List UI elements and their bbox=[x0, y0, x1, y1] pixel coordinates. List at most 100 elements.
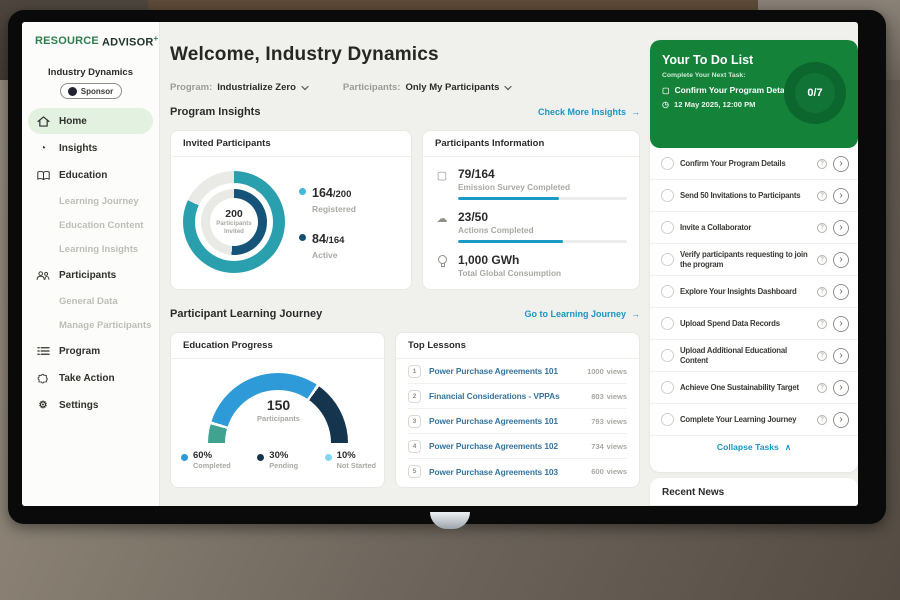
page-title: Welcome, Industry Dynamics bbox=[170, 44, 439, 66]
program-insights-section-header: Program Insights Check More Insights → bbox=[170, 106, 640, 118]
todo-progress-ring: 0/7 bbox=[784, 62, 846, 124]
chevron-down-icon bbox=[504, 85, 512, 91]
task-go-button[interactable]: › bbox=[833, 252, 849, 268]
progress-fill bbox=[458, 197, 559, 200]
todo-header-card: Your To Do List Complete Your Next Task:… bbox=[650, 40, 858, 148]
sidebar-item-learning-journey[interactable]: Learning Journey bbox=[22, 189, 159, 213]
card-title: Recent News bbox=[650, 478, 858, 506]
recent-news-card: Recent News bbox=[650, 478, 858, 506]
participants-information-card: Participants Information ▢ 79/164 Emissi… bbox=[422, 130, 640, 290]
sidebar-item-education[interactable]: Education bbox=[28, 162, 153, 188]
help-icon[interactable]: ? bbox=[817, 223, 827, 233]
lesson-row: 4 Power Purchase Agreements 102 734 view… bbox=[408, 434, 627, 459]
sidebar-item-settings[interactable]: ⚙ Settings bbox=[28, 392, 153, 418]
card-title: Participants Information bbox=[423, 131, 639, 157]
sidebar-item-program[interactable]: Program bbox=[28, 338, 153, 364]
program-dropdown[interactable]: Program: Industrialize Zero bbox=[170, 82, 309, 93]
task-row-send-invitations[interactable]: Send 50 Invitations to Participants ? › bbox=[650, 180, 858, 212]
collapse-tasks-link[interactable]: Collapse Tasks ∧ bbox=[650, 436, 858, 458]
lesson-link[interactable]: Power Purchase Agreements 101 bbox=[429, 366, 579, 376]
info-row-actions-completed: ☁ 23/50 Actions Completed bbox=[423, 200, 639, 243]
lesson-row: 5 Power Purchase Agreements 103 600 view… bbox=[408, 459, 627, 484]
lesson-row: 3 Power Purchase Agreements 101 793 view… bbox=[408, 409, 627, 434]
task-go-button[interactable]: › bbox=[833, 188, 849, 204]
lesson-link[interactable]: Power Purchase Agreements 101 bbox=[429, 416, 583, 426]
help-icon[interactable]: ? bbox=[817, 159, 827, 169]
task-go-button[interactable]: › bbox=[833, 380, 849, 396]
gauge-center-value: 150 bbox=[171, 397, 385, 413]
home-icon bbox=[36, 116, 50, 127]
sponsor-badge: Sponsor bbox=[60, 83, 122, 99]
help-icon[interactable]: ? bbox=[817, 383, 827, 393]
progress-track bbox=[458, 197, 627, 200]
arrow-right-icon: → bbox=[631, 309, 640, 319]
task-go-button[interactable]: › bbox=[833, 284, 849, 300]
task-checkbox[interactable] bbox=[661, 349, 674, 362]
task-checkbox[interactable] bbox=[661, 317, 674, 330]
go-to-learning-journey-link[interactable]: Go to Learning Journey → bbox=[524, 309, 640, 319]
sidebar-item-manage-participants[interactable]: Manage Participants bbox=[22, 313, 159, 337]
task-checkbox[interactable] bbox=[661, 381, 674, 394]
legend-dot bbox=[325, 454, 332, 461]
task-row-invite-collaborator[interactable]: Invite a Collaborator ? › bbox=[650, 212, 858, 244]
task-row-explore-insights[interactable]: Explore Your Insights Dashboard ? › bbox=[650, 276, 858, 308]
clock-icon: ◷ bbox=[662, 100, 669, 109]
participants-dropdown[interactable]: Participants: Only My Participants bbox=[343, 82, 513, 93]
task-checkbox[interactable] bbox=[661, 285, 674, 298]
learning-journey-section-header: Participant Learning Journey Go to Learn… bbox=[170, 308, 640, 320]
actions-cloud-icon: ☁ bbox=[435, 210, 449, 243]
help-icon[interactable]: ? bbox=[817, 415, 827, 425]
task-row-upload-spend-data[interactable]: Upload Spend Data Records ? › bbox=[650, 308, 858, 340]
logo-plus: + bbox=[153, 34, 158, 43]
help-icon[interactable]: ? bbox=[817, 287, 827, 297]
lesson-rank: 4 bbox=[408, 440, 421, 453]
help-icon[interactable]: ? bbox=[817, 351, 827, 361]
task-checkbox[interactable] bbox=[661, 253, 674, 266]
sidebar-item-participants[interactable]: Participants bbox=[28, 262, 153, 288]
help-icon[interactable]: ? bbox=[817, 255, 827, 265]
sidebar-item-insights[interactable]: ◔ Insights bbox=[28, 135, 153, 161]
task-go-button[interactable]: › bbox=[833, 412, 849, 428]
section-title: Program Insights bbox=[170, 106, 260, 118]
lesson-link[interactable]: Power Purchase Agreements 103 bbox=[429, 467, 583, 477]
help-icon[interactable]: ? bbox=[817, 319, 827, 329]
task-row-upload-educational-content[interactable]: Upload Additional Educational Content ? … bbox=[650, 340, 858, 372]
task-row-sustainability-target[interactable]: Achieve One Sustainability Target ? › bbox=[650, 372, 858, 404]
info-row-emission-survey: ▢ 79/164 Emission Survey Completed bbox=[423, 157, 639, 200]
card-title: Top Lessons bbox=[396, 333, 639, 359]
gauge-legend: 60%Completed 30%Pending 10%Not Started bbox=[181, 451, 376, 470]
lesson-link[interactable]: Financial Considerations - VPPAs bbox=[429, 391, 583, 401]
task-go-button[interactable]: › bbox=[833, 348, 849, 364]
sidebar-item-home[interactable]: Home bbox=[28, 108, 153, 134]
participants-icon bbox=[36, 270, 50, 281]
task-checkbox[interactable] bbox=[661, 413, 674, 426]
task-go-button[interactable]: › bbox=[833, 156, 849, 172]
task-row-confirm-program[interactable]: Confirm Your Program Details ? › bbox=[650, 148, 858, 180]
sidebar-item-learning-insights[interactable]: Learning Insights bbox=[22, 237, 159, 261]
donut-legend: 164/200 Registered 84/164 Active bbox=[299, 184, 356, 260]
collapse-caret-icon: ∧ bbox=[785, 442, 791, 453]
info-row-consumption: 1,000 GWh Total Global Consumption bbox=[423, 243, 639, 278]
insights-icon: ◔ bbox=[36, 143, 50, 154]
check-more-insights-link[interactable]: Check More Insights → bbox=[538, 107, 640, 117]
task-go-button[interactable]: › bbox=[833, 220, 849, 236]
survey-icon: ▢ bbox=[435, 167, 449, 200]
help-icon[interactable]: ? bbox=[817, 191, 827, 201]
todo-counter: 0/7 bbox=[795, 73, 835, 113]
task-row-verify-participants[interactable]: Verify participants requesting to join t… bbox=[650, 244, 858, 276]
task-checkbox[interactable] bbox=[661, 221, 674, 234]
lesson-link[interactable]: Power Purchase Agreements 102 bbox=[429, 441, 583, 451]
sidebar-item-take-action[interactable]: Take Action bbox=[28, 365, 153, 391]
todo-list-panel: Your To Do List Complete Your Next Task:… bbox=[650, 40, 858, 472]
task-checkbox[interactable] bbox=[661, 157, 674, 170]
legend-item-not-started: 10%Not Started bbox=[325, 451, 376, 470]
app-logo: RESOURCE ADVISOR+ bbox=[22, 22, 159, 60]
task-row-complete-learning-journey[interactable]: Complete Your Learning Journey ? › bbox=[650, 404, 858, 436]
top-lessons-card: Top Lessons 1 Power Purchase Agreements … bbox=[395, 332, 640, 488]
task-checkbox[interactable] bbox=[661, 189, 674, 202]
task-go-button[interactable]: › bbox=[833, 316, 849, 332]
sidebar-item-education-content[interactable]: Education Content bbox=[22, 213, 159, 237]
settings-gear-icon: ⚙ bbox=[36, 400, 50, 411]
sidebar-item-general-data[interactable]: General Data bbox=[22, 289, 159, 313]
lightbulb-icon bbox=[435, 253, 449, 278]
